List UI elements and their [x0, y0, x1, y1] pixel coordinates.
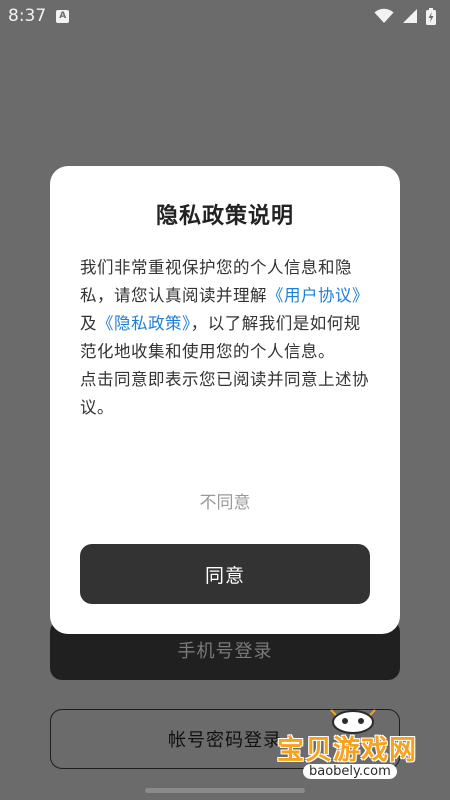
- agree-button[interactable]: 同意: [80, 544, 370, 604]
- watermark-title: 宝贝游戏网: [277, 735, 417, 766]
- battery-charging-icon: [426, 7, 436, 25]
- watermark: 宝贝游戏网 baobely.com: [275, 704, 445, 788]
- watermark-url: baobely.com: [303, 764, 397, 779]
- dialog-title: 隐私政策说明: [155, 204, 294, 229]
- privacy-policy-link[interactable]: 《隐私政策》: [97, 314, 191, 333]
- body-and: 及: [80, 314, 97, 333]
- status-time: 8:37: [8, 6, 47, 26]
- disagree-button[interactable]: 不同意: [50, 488, 400, 513]
- privacy-dialog: 隐私政策说明 我们非常重视保护您的个人信息和隐私，请您认真阅读并理解《用户协议》…: [50, 166, 400, 634]
- app-notification-icon: A: [56, 9, 70, 23]
- status-right: [374, 7, 436, 25]
- status-left: 8:37 A: [8, 6, 70, 26]
- signal-icon: [403, 9, 417, 23]
- gesture-nav-bar[interactable]: [145, 788, 305, 793]
- dialog-body: 我们非常重视保护您的个人信息和隐私，请您认真阅读并理解《用户协议》及《隐私政策》…: [80, 254, 372, 422]
- user-agreement-link[interactable]: 《用户协议》: [267, 286, 369, 305]
- body-consent: 点击同意即表示您已阅读并同意上述协议。: [80, 370, 369, 417]
- wifi-icon: [374, 8, 394, 23]
- status-bar: 8:37 A: [0, 0, 450, 32]
